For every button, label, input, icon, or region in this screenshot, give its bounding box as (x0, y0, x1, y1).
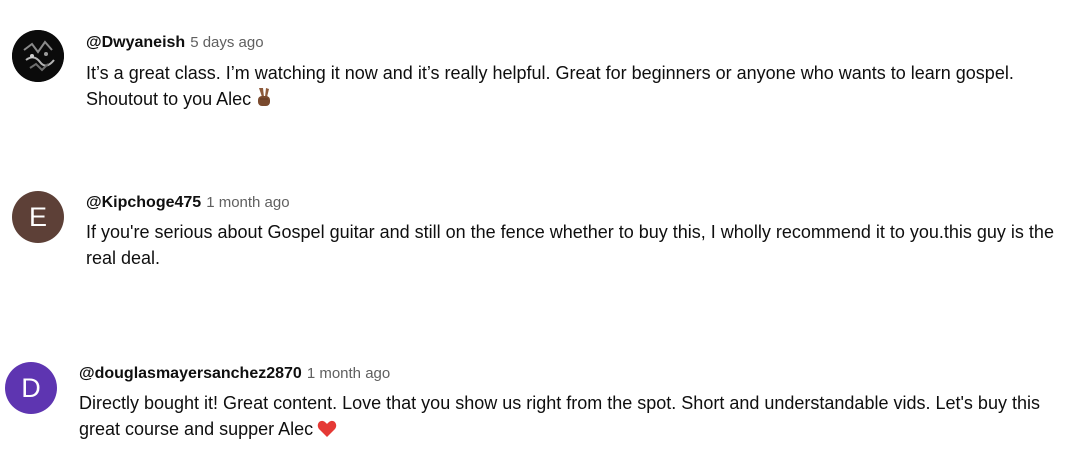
comment-text-content: If you're serious about Gospel guitar an… (86, 222, 1054, 268)
comment-author[interactable]: @Kipchoge475 (86, 194, 201, 211)
comment-author[interactable]: @Dwyaneish (86, 34, 185, 51)
comment-text: If you're serious about Gospel guitar an… (86, 219, 1071, 271)
red-heart-emoji-icon (317, 419, 337, 445)
avatar-letter: E (28, 201, 47, 232)
avatar[interactable]: E (12, 191, 64, 243)
victory-hand-emoji-icon (255, 86, 273, 115)
comment-text-content: It’s a great class. I’m watching it now … (86, 63, 1014, 109)
comment-text: Directly bought it! Great content. Love … (79, 390, 1064, 445)
comment-timestamp[interactable]: 5 days ago (190, 34, 263, 51)
avatar[interactable]: D (5, 362, 57, 414)
comment-text-content: Directly bought it! Great content. Love … (79, 393, 1040, 439)
comment-timestamp[interactable]: 1 month ago (307, 365, 390, 382)
comment-text: It’s a great class. I’m watching it now … (86, 60, 1071, 115)
comment-header: @Dwyaneish 5 days ago (86, 33, 264, 53)
comment-header: @Kipchoge475 1 month ago (86, 193, 290, 213)
comment-author[interactable]: @douglasmayersanchez2870 (79, 365, 302, 382)
comment-header: @douglasmayersanchez2870 1 month ago (79, 364, 390, 384)
comment-timestamp[interactable]: 1 month ago (206, 194, 289, 211)
avatar-letter: D (21, 372, 41, 403)
dark-graffiti-avatar-icon (12, 30, 64, 82)
avatar[interactable] (12, 30, 64, 82)
